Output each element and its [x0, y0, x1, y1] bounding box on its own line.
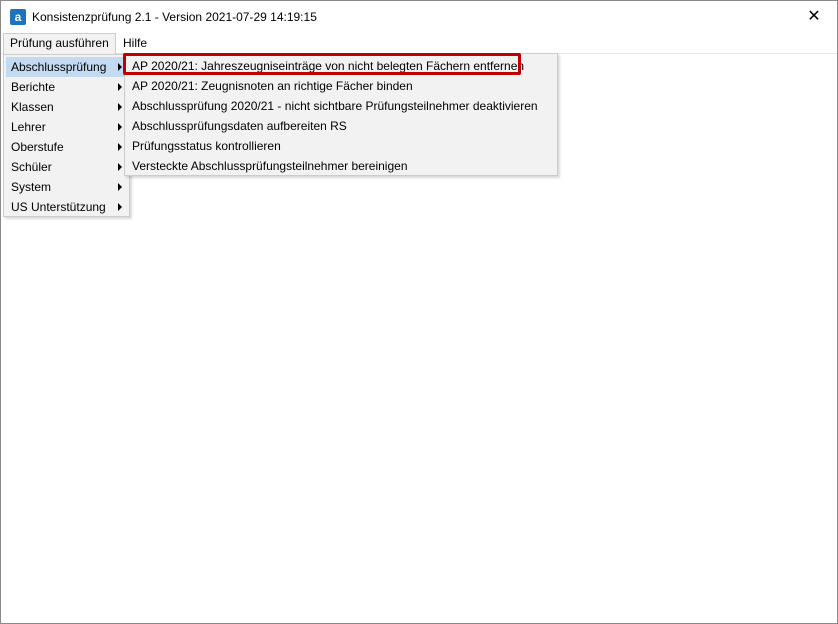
submenu-item-pruefungsstatus-kontrollieren[interactable]: Prüfungsstatus kontrollieren — [127, 136, 555, 156]
menu-item-label: Schüler — [11, 160, 52, 174]
title-bar[interactable]: a Konsistenzprüfung 2.1 - Version 2021-0… — [1, 1, 837, 33]
menu-item-system[interactable]: System — [6, 177, 127, 197]
window-title: Konsistenzprüfung 2.1 - Version 2021-07-… — [32, 10, 317, 24]
app-logo-glyph: a — [14, 10, 22, 24]
menu-pruefung-ausfuehren[interactable]: Prüfung ausführen — [3, 33, 116, 54]
submenu-arrow-icon — [118, 163, 122, 171]
menu-item-label: Klassen — [11, 100, 54, 114]
app-logo-icon: a — [10, 9, 26, 25]
submenu-item-zeugnisnoten-binden[interactable]: AP 2020/21: Zeugnisnoten an richtige Fäc… — [127, 76, 555, 96]
submenu-item-pruefungsteilnehmer-deaktivieren[interactable]: Abschlussprüfung 2020/21 - nicht sichtba… — [127, 96, 555, 116]
menu-bar: Prüfung ausführen Hilfe — [1, 33, 837, 54]
menu-item-label: US Unterstützung — [11, 200, 106, 214]
menu-item-label: Abschlussprüfung — [11, 60, 107, 74]
submenu-arrow-icon — [118, 83, 122, 91]
menu-item-oberstufe[interactable]: Oberstufe — [6, 137, 127, 157]
dropdown-menu-pruefung: Abschlussprüfung Berichte Klassen Lehrer… — [3, 54, 130, 217]
menu-item-schueler[interactable]: Schüler — [6, 157, 127, 177]
submenu-item-jahreszeugniseintraege-entfernen[interactable]: AP 2020/21: Jahreszeugniseinträge von ni… — [127, 56, 555, 76]
menu-item-berichte[interactable]: Berichte — [6, 77, 127, 97]
submenu-item-label: AP 2020/21: Zeugnisnoten an richtige Fäc… — [132, 79, 413, 93]
submenu-item-label: Abschlussprüfungsdaten aufbereiten RS — [132, 119, 347, 133]
submenu-arrow-icon — [118, 203, 122, 211]
submenu-item-teilnehmer-bereinigen[interactable]: Versteckte Abschlussprüfungsteilnehmer b… — [127, 156, 555, 176]
menu-item-label: Oberstufe — [11, 140, 64, 154]
menu-item-klassen[interactable]: Klassen — [6, 97, 127, 117]
menu-item-abschlusspruefung[interactable]: Abschlussprüfung — [6, 57, 127, 77]
submenu-item-label: Prüfungsstatus kontrollieren — [132, 139, 281, 153]
submenu-arrow-icon — [118, 63, 122, 71]
application-window: a Konsistenzprüfung 2.1 - Version 2021-0… — [0, 0, 838, 624]
menu-hilfe[interactable]: Hilfe — [117, 33, 153, 53]
menu-item-label: System — [11, 180, 52, 194]
submenu-arrow-icon — [118, 183, 122, 191]
submenu-item-label: Abschlussprüfung 2020/21 - nicht sichtba… — [132, 99, 538, 113]
menu-item-label: Berichte — [11, 80, 56, 94]
close-button[interactable]: ✕ — [791, 1, 837, 33]
submenu-arrow-icon — [118, 123, 122, 131]
submenu-item-label: AP 2020/21: Jahreszeugniseinträge von ni… — [132, 59, 525, 73]
submenu-item-abschlusspruefungsdaten-aufbereiten[interactable]: Abschlussprüfungsdaten aufbereiten RS — [127, 116, 555, 136]
menu-item-label: Lehrer — [11, 120, 46, 134]
close-icon: ✕ — [807, 8, 821, 25]
menu-item-lehrer[interactable]: Lehrer — [6, 117, 127, 137]
submenu-abschlusspruefung: AP 2020/21: Jahreszeugniseinträge von ni… — [124, 53, 558, 176]
submenu-item-label: Versteckte Abschlussprüfungsteilnehmer b… — [132, 159, 408, 173]
menu-item-us-unterstuetzung[interactable]: US Unterstützung — [6, 197, 127, 217]
submenu-arrow-icon — [118, 143, 122, 151]
submenu-arrow-icon — [118, 103, 122, 111]
